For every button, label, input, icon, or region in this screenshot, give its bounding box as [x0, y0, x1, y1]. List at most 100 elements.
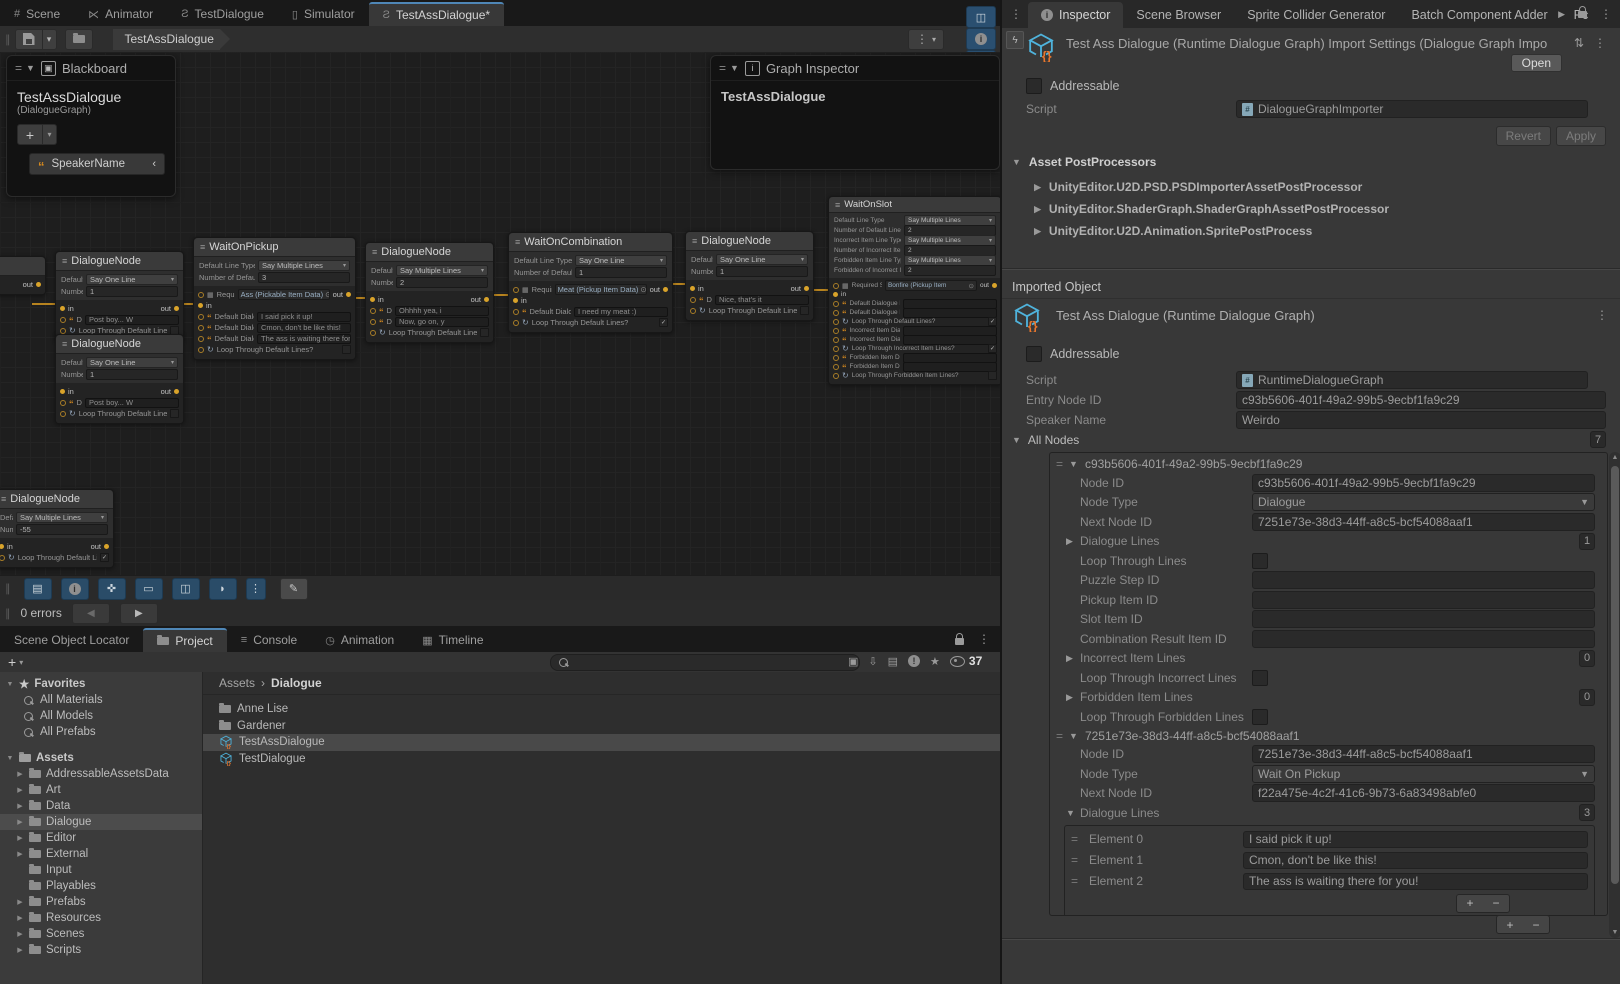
dialogue-line-field[interactable]: Post boy... W — [85, 398, 179, 408]
graph-options-button[interactable]: ⋮▾ — [908, 29, 944, 50]
toolbar-drag-handle[interactable]: ∥ — [0, 607, 15, 620]
next-error-button[interactable]: ▶ — [120, 603, 158, 624]
tab-sprite-collider-generator[interactable]: Sprite Collider Generator — [1234, 2, 1398, 28]
foldout-open-icon[interactable]: ▼ — [1066, 808, 1080, 818]
node-number-field[interactable]: 1 — [575, 267, 667, 278]
asset-item-gardener[interactable]: Gardener — [203, 718, 1000, 735]
assets-root[interactable]: ▼Assets — [0, 750, 202, 766]
tree-folder-prefabs[interactable]: ▶Prefabs — [0, 894, 202, 910]
property-port-icon[interactable] — [833, 373, 839, 379]
node-dropdown[interactable]: Say One Line▾ — [86, 274, 178, 285]
out-port-icon[interactable] — [174, 306, 179, 311]
presets-icon[interactable]: ⇅ — [1574, 36, 1584, 50]
script-field[interactable]: # RuntimeDialogueGraph ⊙ — [1236, 371, 1588, 389]
row-dropdown[interactable]: Wait On Pickup▼ — [1252, 765, 1595, 783]
kebab-icon[interactable]: ⋮ — [1010, 7, 1022, 21]
row-field[interactable]: 7251e73e-38d3-44ff-a8c5-bcf54088aaf1 — [1252, 513, 1595, 531]
row-field[interactable]: 7251e73e-38d3-44ff-a8c5-bcf54088aaf1 — [1252, 745, 1595, 763]
tab-testassdialogue-[interactable]: ƧTestAssDialogue* — [369, 2, 504, 26]
node-checkbox[interactable]: ✓ — [988, 344, 997, 353]
dialogue-line-field[interactable]: Nice, that's it — [715, 295, 809, 305]
tab-scene-object-locator[interactable]: Scene Object Locator — [0, 628, 143, 652]
graph-node-startnode[interactable]: ≡StartNodeSpeakerNameout — [0, 256, 46, 295]
addressable-checkbox[interactable] — [1026, 346, 1042, 362]
edit-mode-button[interactable]: ✎ — [280, 578, 308, 600]
node-title-bar[interactable]: ≡WaitOnPickup — [194, 238, 355, 257]
node-title-bar[interactable]: ≡DialogueNode — [56, 252, 183, 271]
alert-button[interactable]: ! — [908, 655, 920, 667]
doc-button[interactable]: ▤ — [888, 655, 898, 668]
in-port-icon[interactable] — [60, 389, 65, 394]
tree-folder-input[interactable]: Input — [0, 862, 202, 878]
object-field[interactable]: Bonfire (Pickup Item⊙ — [885, 280, 977, 291]
dialogue-line-field[interactable]: Ohhhh yea, i — [395, 306, 489, 316]
node-title-bar[interactable]: ≡WaitOnSlot — [829, 197, 1000, 213]
in-port-icon[interactable] — [513, 298, 518, 303]
node-number-field[interactable]: 2 — [904, 245, 996, 256]
foldout-open-icon[interactable]: ▼ — [1069, 459, 1078, 469]
property-port-icon[interactable] — [833, 355, 839, 361]
node-dropdown[interactable]: Say Multiple Lines▾ — [16, 512, 108, 523]
dialogue-line-field[interactable]: I need my meat :) — [574, 307, 668, 317]
kebab-icon[interactable]: ⋮ — [1594, 36, 1606, 50]
kebab-tool-button[interactable]: ⋮ — [246, 578, 266, 600]
foldout-closed-icon[interactable]: ▶ — [16, 850, 24, 858]
property-port-icon[interactable] — [690, 308, 696, 314]
element-field[interactable]: The ass is waiting there for you! — [1243, 873, 1588, 890]
kebab-icon[interactable]: ⋮ — [1596, 308, 1608, 322]
tab-project[interactable]: Project — [143, 628, 226, 652]
info-toggle-button[interactable]: i — [966, 28, 996, 50]
panel-collapse-caret-icon[interactable]: ▼ — [730, 63, 739, 73]
node-checkbox[interactable] — [170, 409, 179, 418]
property-port-icon[interactable] — [0, 555, 5, 561]
tab-console[interactable]: ≡Console — [227, 628, 311, 652]
star-button[interactable]: ★ — [930, 655, 940, 668]
property-port-icon[interactable] — [60, 400, 66, 406]
add-element-button[interactable]: + — [1497, 916, 1523, 933]
row-field[interactable] — [1252, 610, 1595, 628]
node-checkbox[interactable]: ✓ — [100, 553, 109, 562]
foldout-closed-icon[interactable]: ▶ — [16, 786, 24, 794]
foldout-closed-icon[interactable]: ▶ — [16, 946, 24, 954]
node-entry-header[interactable]: =▼7251e73e-38d3-44ff-a8c5-bcf54088aaf1 — [1050, 727, 1607, 745]
asset-item-testassdialogue[interactable]: TestAssDialogue — [203, 734, 1000, 751]
object-picker-icon[interactable]: ⊙ — [640, 285, 646, 294]
speaker-name-field[interactable]: Weirdo — [1236, 411, 1606, 429]
row-checkbox[interactable] — [1252, 709, 1268, 725]
tree-folder-editor[interactable]: ▶Editor — [0, 830, 202, 846]
property-port-icon[interactable] — [513, 287, 519, 293]
out-port-icon[interactable] — [992, 283, 997, 288]
node-title-bar[interactable]: ≡DialogueNode — [0, 490, 113, 509]
row-field[interactable] — [1252, 630, 1595, 648]
drag-handle-icon[interactable]: = — [1071, 853, 1081, 867]
remove-element-button[interactable]: − — [1523, 916, 1549, 933]
add-property-button[interactable]: + — [17, 124, 43, 145]
tab-scene-browser[interactable]: Scene Browser — [1123, 2, 1234, 28]
kebab-icon[interactable]: ⋮ — [1600, 7, 1612, 21]
node-dropdown[interactable]: Say Multiple Lines▾ — [904, 215, 996, 226]
node-dropdown[interactable]: Say Multiple Lines▾ — [396, 265, 488, 276]
package-button[interactable]: ▣ — [848, 655, 858, 668]
out-port-icon[interactable] — [484, 297, 489, 302]
foldout-closed-icon[interactable]: ▶ — [16, 914, 24, 922]
node-entry-header[interactable]: =▼c93b5606-401f-49a2-99b5-9ecbf1fa9c29 — [1050, 455, 1607, 473]
in-port-icon[interactable] — [60, 306, 65, 311]
row-field[interactable] — [1252, 571, 1595, 589]
out-port-icon[interactable] — [36, 282, 41, 287]
play-tool-button[interactable]: ◗ — [209, 578, 237, 600]
add-property-caret[interactable]: ▾ — [43, 124, 57, 145]
unlock-icon[interactable] — [1578, 11, 1587, 18]
row-field[interactable]: f22a475e-4c2f-41c6-9b73-6a83498abfe0 — [1252, 784, 1595, 802]
object-field[interactable]: Meat (Pickup Item Data)⊙ — [555, 284, 647, 295]
property-port-icon[interactable] — [60, 411, 66, 417]
property-port-icon[interactable] — [370, 330, 376, 336]
foldout-closed-icon[interactable]: ▶ — [16, 818, 24, 826]
dialogue-line-field[interactable]: The ass is waiting there for y — [257, 334, 351, 344]
property-port-icon[interactable] — [833, 337, 839, 343]
graph-node-dialoguenode[interactable]: ≡DialogueNodeDefault Line TypeSay One Li… — [685, 231, 814, 321]
project-search-input[interactable] — [550, 654, 860, 671]
node-checkbox[interactable] — [480, 328, 489, 337]
dialogue-line-field[interactable] — [903, 335, 997, 345]
favorites-item-all-materials[interactable]: All Materials — [0, 692, 202, 708]
favorites-item-all-prefabs[interactable]: All Prefabs — [0, 724, 202, 740]
